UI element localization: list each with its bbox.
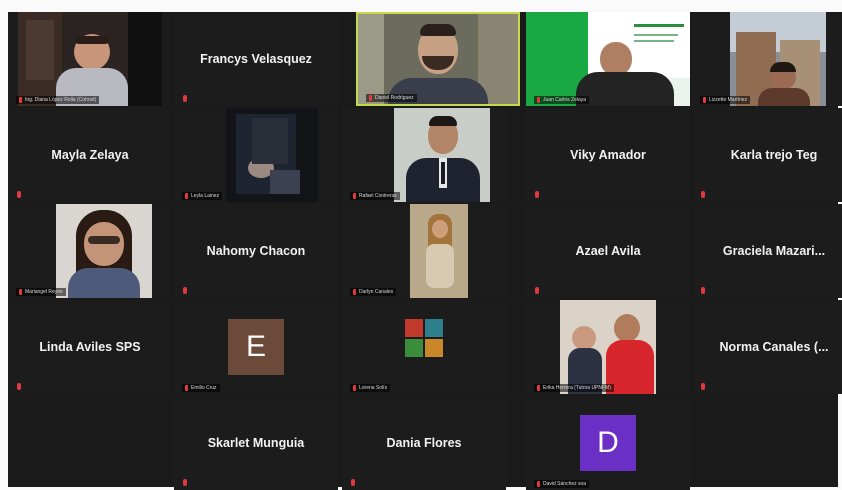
participant-video <box>730 12 826 106</box>
participant-name: Ing. Diana López Rolla (Cohost) <box>25 97 97 103</box>
participant-name: Karla trejo Teg <box>730 148 818 162</box>
microphone-muted-icon <box>537 385 540 391</box>
participant-tile-3[interactable]: Juan Carlos Zelaya <box>526 12 690 106</box>
participant-video <box>18 12 162 106</box>
participant-name: Darlyn Canales <box>359 289 394 295</box>
participant-name: Lorena Solís <box>359 385 388 391</box>
participant-name: Graciela Mazari... <box>722 244 826 258</box>
participant-video <box>358 14 518 104</box>
participant-video <box>56 204 152 298</box>
microphone-muted-icon <box>17 191 21 198</box>
participant-name-label: Lizzette Martínez <box>700 96 751 104</box>
participant-name: Skarlet Munguia <box>207 436 305 450</box>
participant-tile-1[interactable]: Francys Velasquez <box>174 12 338 106</box>
participant-name-label: Rafael Contreras <box>350 192 400 200</box>
participant-name: Juan Carlos Zelaya <box>543 97 587 103</box>
participant-tile-12[interactable]: Darlyn Canales <box>342 204 506 298</box>
microphone-muted-icon <box>183 479 187 486</box>
participant-name-label: Mariangel Reyes <box>16 288 66 296</box>
participant-tile-19[interactable]: Norma Canales (... <box>692 300 842 394</box>
microphone-muted-icon <box>353 385 356 391</box>
participant-tile-0[interactable]: Ing. Diana López Rolla (Cohost) <box>8 12 172 106</box>
microphone-muted-icon <box>353 193 356 199</box>
participant-avatar: D <box>580 415 636 471</box>
microphone-muted-icon <box>19 289 22 295</box>
participant-name: Lizzette Martínez <box>709 97 748 103</box>
participant-video <box>226 108 318 202</box>
participant-name-label: Lorena Solís <box>350 384 391 392</box>
microphone-muted-icon <box>353 289 356 295</box>
participant-name-label: David Sánchez soa <box>534 480 590 488</box>
microphone-muted-icon <box>369 95 372 101</box>
microphone-muted-icon <box>185 193 188 199</box>
microphone-muted-icon <box>183 95 187 102</box>
participant-name: David Sánchez soa <box>543 481 587 487</box>
participant-name: Linda Aviles SPS <box>39 340 141 354</box>
participant-tile-16[interactable]: E Emilio Cruz <box>174 300 338 394</box>
participant-name-label: Leyla Lainez <box>182 192 223 200</box>
participant-tile-20[interactable]: Skarlet Munguia <box>174 396 338 490</box>
microphone-muted-icon <box>703 97 706 103</box>
participant-name-label: Juan Carlos Zelaya <box>534 96 590 104</box>
participant-name: Azael Avila <box>575 244 641 258</box>
participant-video <box>560 300 656 394</box>
microphone-muted-icon <box>183 287 187 294</box>
participant-tile-5[interactable]: Mayla Zelaya <box>8 108 172 202</box>
participant-name: Nahomy Chacon <box>206 244 306 258</box>
participant-tile-10[interactable]: Mariangel Reyes <box>8 204 172 298</box>
participant-video <box>410 204 468 298</box>
participant-tile-13[interactable]: Azael Avila <box>526 204 690 298</box>
participant-tile-6[interactable]: Leyla Lainez <box>174 108 338 202</box>
participant-name: Dania Flores <box>386 436 462 450</box>
microphone-muted-icon <box>535 287 539 294</box>
participant-tile-22[interactable]: D David Sánchez soa <box>526 396 690 490</box>
microphone-muted-icon <box>701 383 705 390</box>
participant-name: Mariangel Reyes <box>25 289 63 295</box>
microphone-muted-icon <box>351 479 355 486</box>
participant-name: Daniel Rodríguez <box>375 95 414 101</box>
participant-name-label: Ing. Diana López Rolla (Cohost) <box>16 96 100 104</box>
participant-name: Erika Herrera (Tutora UPNFM) <box>543 385 611 391</box>
participant-tile-7[interactable]: Rafael Contreras <box>342 108 506 202</box>
participant-name: Norma Canales (... <box>719 340 829 354</box>
participant-tile-18[interactable]: Erika Herrera (Tutora UPNFM) <box>526 300 690 394</box>
microphone-muted-icon <box>537 97 540 103</box>
participant-name-label: Erika Herrera (Tutora UPNFM) <box>534 384 614 392</box>
participant-tile-11[interactable]: Nahomy Chacon <box>174 204 338 298</box>
participant-tile-14[interactable]: Graciela Mazari... <box>692 204 842 298</box>
participant-tile-17[interactable]: Lorena Solís <box>342 300 506 394</box>
participant-tile-9[interactable]: Karla trejo Teg <box>692 108 842 202</box>
participant-name: Rafael Contreras <box>359 193 397 199</box>
participant-video <box>526 12 690 106</box>
participant-name: Francys Velasquez <box>200 52 312 66</box>
participant-tile-15[interactable]: Linda Aviles SPS <box>8 300 172 394</box>
participant-name: Mayla Zelaya <box>51 148 129 162</box>
video-gallery: Ing. Diana López Rolla (Cohost) Francys … <box>8 12 842 490</box>
participant-name: Viky Amador <box>570 148 646 162</box>
microphone-muted-icon <box>17 383 21 390</box>
participant-name: Emilio Cruz <box>191 385 217 391</box>
participant-tile-4[interactable]: Lizzette Martínez <box>692 12 842 106</box>
participant-name-label: Darlyn Canales <box>350 288 397 296</box>
participant-name: Leyla Lainez <box>191 193 220 199</box>
microphone-muted-icon <box>537 481 540 487</box>
microphone-muted-icon <box>701 191 705 198</box>
avatar-initial: E <box>245 330 266 363</box>
microphone-muted-icon <box>701 287 705 294</box>
participant-picture <box>405 319 443 357</box>
microphone-muted-icon <box>19 97 22 103</box>
participant-video <box>394 108 490 202</box>
participant-tile-8[interactable]: Viky Amador <box>526 108 690 202</box>
microphone-muted-icon <box>185 385 188 391</box>
participant-name-label: Emilio Cruz <box>182 384 220 392</box>
participant-tile-21[interactable]: Dania Flores <box>342 396 506 490</box>
participant-name-label: Daniel Rodríguez <box>366 94 417 102</box>
participant-avatar: E <box>228 319 284 375</box>
microphone-muted-icon <box>535 191 539 198</box>
avatar-initial: D <box>597 426 619 459</box>
participant-tile-2-active-speaker[interactable]: Daniel Rodríguez <box>356 12 520 106</box>
